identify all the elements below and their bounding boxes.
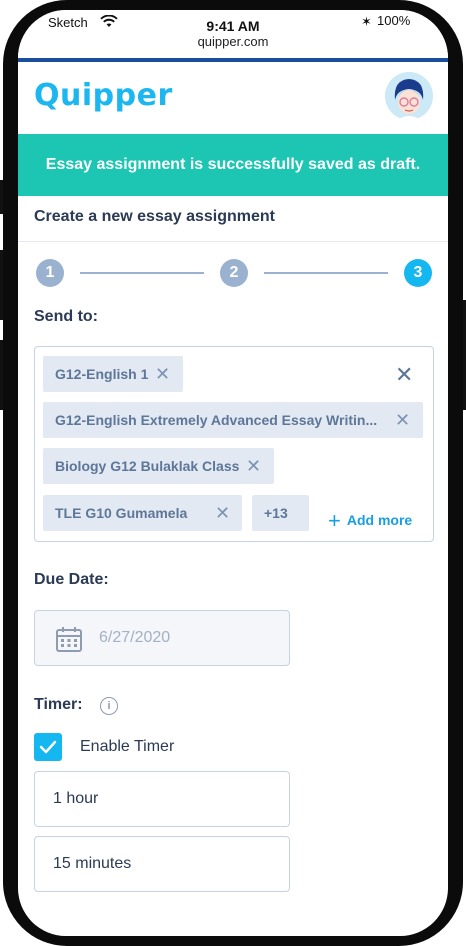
info-icon[interactable]: i — [100, 697, 118, 715]
recipient-chip: TLE G10 Gumamela ✕ — [43, 495, 242, 531]
divider — [18, 241, 448, 242]
banner-message: Essay assignment is successfully saved a… — [45, 156, 421, 173]
timer-hours-value: 1 hour — [53, 790, 99, 807]
send-to-label: Send to: — [34, 308, 98, 325]
timer-hours-select[interactable]: 1 hour — [34, 771, 290, 827]
chip-label: G12-English 1 — [55, 366, 149, 382]
chip-label: G12-English Extremely Advanced Essay Wri… — [55, 412, 378, 428]
chip-label: Biology G12 Bulaklak Class — [55, 458, 240, 474]
remove-chip-icon[interactable]: ✕ — [246, 448, 261, 484]
calendar-icon — [55, 625, 83, 658]
recipient-chip: G12-English Extremely Advanced Essay Wri… — [43, 402, 423, 438]
step-3[interactable]: 3 — [404, 259, 432, 287]
add-more-button[interactable]: + Add more — [328, 505, 413, 533]
more-count-label: +13 — [264, 505, 288, 521]
remove-chip-icon[interactable]: ✕ — [395, 402, 410, 438]
avatar[interactable] — [385, 72, 433, 120]
add-more-label: Add more — [346, 512, 413, 528]
enable-timer-label[interactable]: Enable Timer — [80, 738, 174, 756]
timer-minutes-select[interactable]: 15 minutes — [34, 836, 290, 892]
recipient-chip: G12-English 1 ✕ — [43, 356, 183, 392]
success-banner: Essay assignment is successfully saved a… — [18, 134, 448, 196]
due-date-placeholder: 6/27/2020 — [99, 629, 171, 646]
step-1[interactable]: 1 — [36, 259, 64, 287]
chip-label: TLE G10 Gumamela — [55, 505, 188, 521]
clear-all-icon[interactable]: ✕ — [395, 362, 413, 388]
checkmark-icon — [39, 740, 57, 754]
phone-frame: Sketch 9:41 AM quipper.com ✶ 100% Quippe… — [0, 0, 466, 946]
due-date-label: Due Date: — [34, 571, 109, 588]
timer-label: Timer: — [34, 696, 83, 713]
avatar-illustration — [385, 72, 433, 120]
timer-minutes-value: 15 minutes — [53, 855, 132, 872]
remove-chip-icon[interactable]: ✕ — [155, 356, 170, 392]
step-connector — [80, 272, 204, 274]
battery-percentage: 100% — [377, 13, 411, 28]
url-label[interactable]: quipper.com — [18, 34, 448, 49]
bluetooth-icon: ✶ — [361, 14, 372, 29]
app-header: Quipper — [18, 62, 448, 134]
step-2[interactable]: 2 — [220, 259, 248, 287]
remove-chip-icon[interactable]: ✕ — [215, 495, 230, 531]
quipper-logo[interactable]: Quipper — [34, 78, 173, 113]
recipient-chip: Biology G12 Bulaklak Class ✕ — [43, 448, 274, 484]
page-title: Create a new essay assignment — [34, 208, 276, 225]
plus-icon: + — [328, 508, 341, 533]
step-connector — [264, 272, 388, 274]
enable-timer-checkbox[interactable] — [34, 733, 62, 761]
due-date-input[interactable]: 6/27/2020 — [34, 610, 290, 666]
screen: Sketch 9:41 AM quipper.com ✶ 100% Quippe… — [18, 10, 448, 936]
more-recipients-count[interactable]: +13 — [252, 495, 309, 531]
